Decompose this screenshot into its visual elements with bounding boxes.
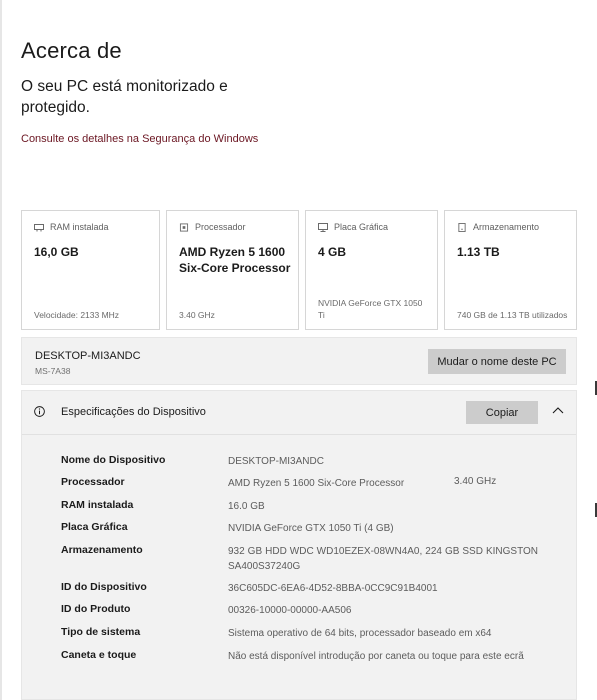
processor-card: Processador AMD Ryzen 5 1600 Six-Core Pr… <box>166 210 299 330</box>
storage-icon <box>458 222 466 232</box>
spec-value: Não está disponível introdução por canet… <box>228 651 524 662</box>
windows-security-link[interactable]: Consulte os detalhes na Segurança do Win… <box>21 133 258 145</box>
spec-label: Processador <box>61 476 125 488</box>
graphics-card-label: Placa Gráfica <box>334 222 389 232</box>
device-name: DESKTOP-MI3ANDC <box>35 350 141 362</box>
device-model: MS-7A38 <box>35 366 71 376</box>
graphics-card-footer: NVIDIA GeForce GTX 1050 Ti <box>318 298 423 320</box>
ram-card-header: RAM instalada <box>34 222 109 232</box>
spec-value: 36C605DC-6EA6-4D52-8BBA-0CC9C91B4001 <box>228 583 438 594</box>
rename-pc-button[interactable]: Mudar o nome deste PC <box>428 349 566 374</box>
processor-card-value: AMD Ryzen 5 1600 Six-Core Processor <box>179 245 291 275</box>
spec-value: NVIDIA GeForce GTX 1050 Ti (4 GB) <box>228 523 394 534</box>
spec-label: Tipo de sistema <box>61 626 141 638</box>
storage-card: Armazenamento 1.13 TB 740 GB de 1.13 TB … <box>444 210 577 330</box>
device-specifications-header[interactable]: Especificações do Dispositivo Copiar <box>22 391 576 435</box>
info-icon <box>34 406 45 417</box>
chevron-up-icon[interactable] <box>552 406 564 414</box>
ram-card: RAM instalada 16,0 GB Velocidade: 2133 M… <box>21 210 160 330</box>
spec-value: 932 GB HDD WDC WD10EZEX-08WN4A0, 224 GB … <box>228 546 538 572</box>
graphics-card-header: Placa Gráfica <box>318 222 388 232</box>
processor-icon <box>179 222 189 232</box>
spec-value: Sistema operativo de 64 bits, processado… <box>228 628 492 639</box>
storage-card-value: 1.13 TB <box>457 245 500 259</box>
device-specifications-title: Especificações do Dispositivo <box>61 406 206 418</box>
page-title: Acerca de <box>21 38 122 63</box>
processor-card-label: Processador <box>195 222 246 232</box>
storage-card-footer: 740 GB de 1.13 TB utilizados <box>457 310 568 320</box>
ram-card-value: 16,0 GB <box>34 245 79 259</box>
storage-card-label: Armazenamento <box>473 222 540 232</box>
window-left-edge <box>0 0 2 700</box>
spec-label: Placa Gráfica <box>61 521 128 533</box>
spec-value: 00326-10000-00000-AA506 <box>228 605 352 616</box>
spec-processor-speed: 3.40 GHz <box>454 476 497 487</box>
spec-label: Caneta e toque <box>61 649 137 661</box>
spec-value: 16.0 GB <box>228 501 265 512</box>
spec-label: Armazenamento <box>61 544 143 556</box>
graphics-card-icon <box>318 222 328 232</box>
spec-label: Nome do Dispositivo <box>61 454 166 466</box>
device-specifications-panel: Especificações do Dispositivo Copiar Nom… <box>21 390 577 700</box>
spec-label: ID do Dispositivo <box>61 581 147 593</box>
security-status-text: O seu PC está monitorizado e protegido. <box>21 78 228 116</box>
device-name-bar: DESKTOP-MI3ANDC MS-7A38 Mudar o nome des… <box>21 337 577 385</box>
spec-value: DESKTOP-MI3ANDC <box>228 456 324 467</box>
ram-icon <box>34 223 44 231</box>
storage-card-header: Armazenamento <box>457 222 539 232</box>
ram-card-label: RAM instalada <box>50 222 109 232</box>
spec-label: ID do Produto <box>61 603 131 615</box>
graphics-card-value: 4 GB <box>318 245 347 259</box>
spec-label: RAM instalada <box>61 499 134 511</box>
ram-card-footer: Velocidade: 2133 MHz <box>34 310 120 320</box>
processor-card-footer: 3.40 GHz <box>179 310 215 320</box>
copy-button[interactable]: Copiar <box>466 401 538 424</box>
graphics-card: Placa Gráfica 4 GB NVIDIA GeForce GTX 10… <box>305 210 438 330</box>
processor-card-header: Processador <box>179 222 246 232</box>
